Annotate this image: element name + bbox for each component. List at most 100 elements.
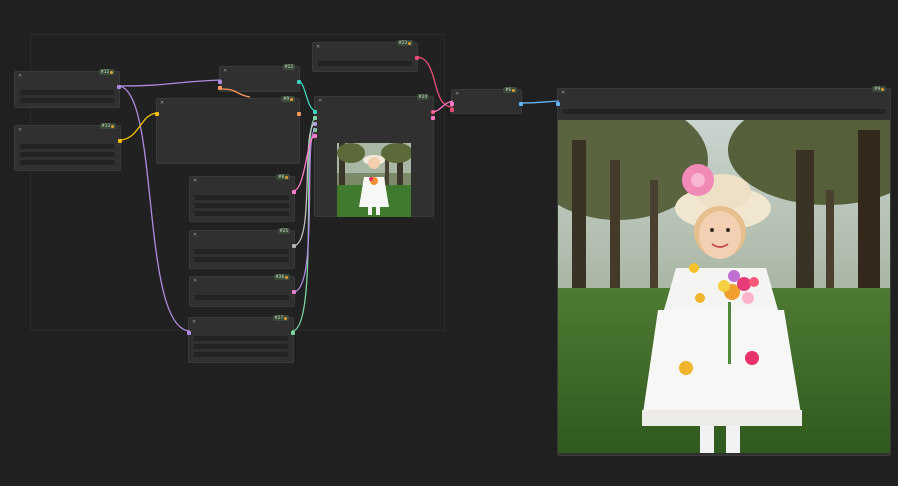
widget-row[interactable] xyxy=(195,249,289,254)
collapse-icon[interactable]: ✕ xyxy=(18,127,22,133)
status-dot-icon xyxy=(512,88,515,92)
status-dot-icon xyxy=(285,275,288,279)
status-dot-icon xyxy=(881,87,884,91)
widget-row[interactable] xyxy=(20,90,114,95)
status-dot-icon xyxy=(284,316,287,320)
node-title-bar[interactable]: ✕ #12 xyxy=(15,69,119,81)
status-dot-icon xyxy=(110,70,113,74)
output-port[interactable] xyxy=(292,290,296,294)
input-port[interactable] xyxy=(450,102,454,106)
node-title-bar[interactable]: ✕ #9 xyxy=(558,86,890,98)
output-port[interactable] xyxy=(117,85,121,89)
node-title-bar[interactable]: ✕ #25 xyxy=(190,228,294,240)
node-5[interactable]: ✕ #23 xyxy=(312,40,419,72)
node-id-badge: #8 xyxy=(276,174,290,180)
widget-row[interactable] xyxy=(195,195,289,200)
collapse-icon[interactable]: ✕ xyxy=(193,232,197,238)
widget-row[interactable] xyxy=(195,203,289,208)
widget-row[interactable] xyxy=(195,295,289,300)
output-port[interactable] xyxy=(415,56,419,60)
node-8[interactable]: ✕ #25 xyxy=(189,228,296,269)
collapse-icon[interactable]: ✕ xyxy=(18,73,22,79)
input-port[interactable] xyxy=(313,116,317,120)
node-id-badge: #12 xyxy=(98,69,115,75)
input-port[interactable] xyxy=(313,134,317,138)
output-port[interactable] xyxy=(292,190,296,194)
image-preview-small[interactable] xyxy=(337,143,411,217)
collapse-icon[interactable]: ✕ xyxy=(193,278,197,284)
node-3[interactable]: ✕ #22 xyxy=(218,64,301,92)
widget-row[interactable] xyxy=(563,109,885,114)
output-port[interactable] xyxy=(297,112,301,116)
widget-row[interactable] xyxy=(194,344,288,349)
output-port[interactable] xyxy=(292,244,296,248)
collapse-icon[interactable]: ✕ xyxy=(455,91,459,97)
widget-row[interactable] xyxy=(195,211,289,216)
output-port[interactable] xyxy=(431,116,435,120)
status-dot-icon xyxy=(290,97,293,101)
node-id-badge: #9 xyxy=(872,86,886,92)
node-2[interactable]: ✕ #13 xyxy=(14,123,122,171)
output-port[interactable] xyxy=(118,139,122,143)
output-port[interactable] xyxy=(291,331,295,335)
node-id-badge: #27 xyxy=(272,315,289,321)
node-title-bar[interactable]: ✕ #8 xyxy=(190,174,294,186)
widget-row[interactable] xyxy=(20,160,115,165)
node-10[interactable]: ✕ #27 xyxy=(187,315,295,363)
node-title-bar[interactable]: ✕ #23 xyxy=(313,40,417,52)
node-1[interactable]: ✕ #12 xyxy=(14,69,121,108)
input-port[interactable] xyxy=(450,108,454,112)
input-port[interactable] xyxy=(187,331,191,335)
widget-row[interactable] xyxy=(194,352,288,357)
node-id-badge: #22 xyxy=(282,64,295,70)
output-port[interactable] xyxy=(297,80,301,84)
node-id-badge: #9 xyxy=(281,96,295,102)
node-7[interactable]: ✕ #8 xyxy=(189,174,296,222)
input-port[interactable] xyxy=(556,102,560,106)
node-title-bar[interactable]: ✕ #6 xyxy=(452,87,521,99)
node-id-badge: #26 xyxy=(273,274,290,280)
collapse-icon[interactable]: ✕ xyxy=(192,319,196,325)
status-dot-icon xyxy=(111,124,114,128)
collapse-icon[interactable]: ✕ xyxy=(318,98,322,104)
status-dot-icon xyxy=(285,175,288,179)
input-port[interactable] xyxy=(313,128,317,132)
node-id-badge: #25 xyxy=(277,228,290,234)
node-4[interactable]: ✕ #9 xyxy=(155,96,301,164)
widget-row[interactable] xyxy=(20,144,115,149)
widget-row[interactable] xyxy=(318,61,412,66)
node-title-bar[interactable]: ✕ #27 xyxy=(189,315,293,327)
widget-row[interactable] xyxy=(195,257,289,262)
image-preview-large[interactable] xyxy=(558,120,890,453)
status-dot-icon xyxy=(408,41,411,45)
collapse-icon[interactable]: ✕ xyxy=(223,68,227,74)
widget-row[interactable] xyxy=(20,152,115,157)
output-port[interactable] xyxy=(431,110,435,114)
node-9[interactable]: ✕ #26 xyxy=(189,274,296,307)
collapse-icon[interactable]: ✕ xyxy=(316,44,320,50)
girl-photo-thumbnail xyxy=(337,143,411,217)
node-title-bar[interactable]: ✕ #13 xyxy=(15,123,120,135)
collapse-icon[interactable]: ✕ xyxy=(561,90,565,96)
input-port[interactable] xyxy=(218,80,222,84)
node-id-badge: #13 xyxy=(99,123,116,129)
widget-row[interactable] xyxy=(20,98,114,103)
node-12[interactable]: ✕ #9 xyxy=(556,86,891,456)
input-port[interactable] xyxy=(313,122,317,126)
input-port[interactable] xyxy=(313,110,317,114)
node-title-bar[interactable]: ✕ #26 xyxy=(190,274,294,286)
node-id-badge: #6 xyxy=(503,87,517,93)
node-id-badge: #23 xyxy=(396,40,413,46)
collapse-icon[interactable]: ✕ xyxy=(193,178,197,184)
node-6[interactable]: ✕ #24 xyxy=(313,94,435,217)
node-11[interactable]: ✕ #6 xyxy=(450,87,523,114)
node-title-bar[interactable]: ✕ #24 xyxy=(315,94,433,106)
collapse-icon[interactable]: ✕ xyxy=(160,100,164,106)
node-title-bar[interactable]: ✕ #22 xyxy=(220,64,299,76)
input-port[interactable] xyxy=(218,86,222,90)
widget-row[interactable] xyxy=(194,336,288,341)
input-port[interactable] xyxy=(155,112,159,116)
node-id-badge: #24 xyxy=(416,94,429,100)
node-title-bar[interactable]: ✕ #9 xyxy=(157,96,299,108)
output-port[interactable] xyxy=(519,102,523,106)
